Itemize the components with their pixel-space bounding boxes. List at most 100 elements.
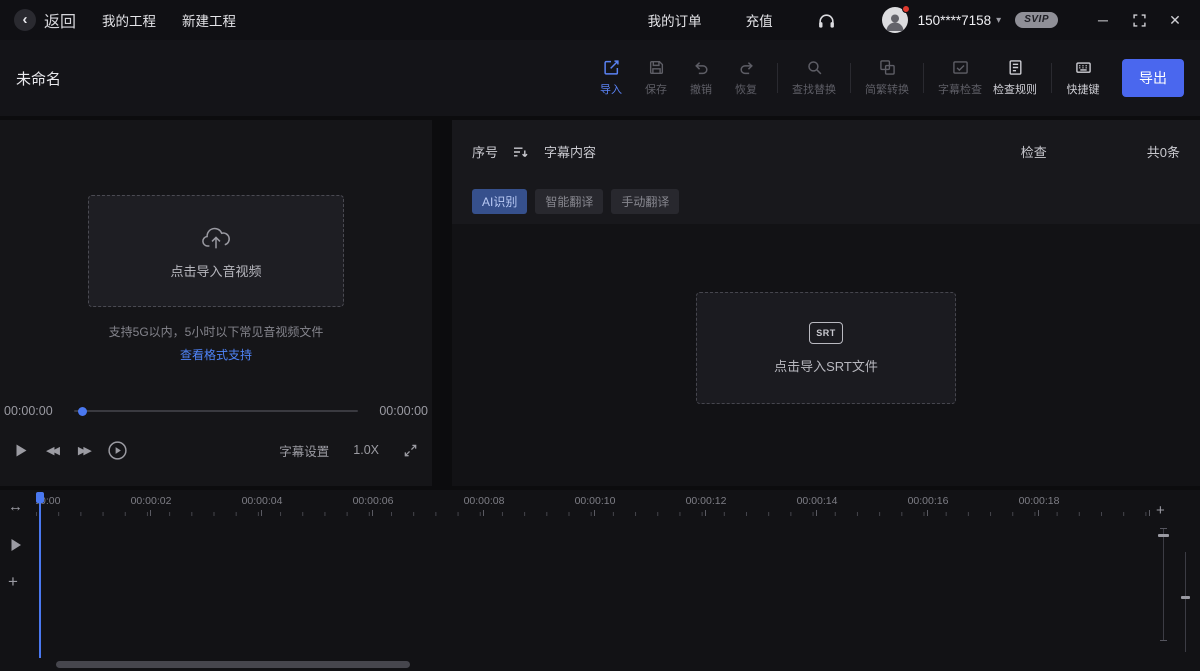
subtitle-check-button[interactable]: 字幕检查 <box>938 59 982 97</box>
timeline-section: ↔ + 00:00:0000:00:0200:00:0400:00:0600:0… <box>0 490 1200 671</box>
redo-button[interactable]: 恢复 <box>729 59 763 97</box>
nav-my-projects[interactable]: 我的工程 <box>102 10 156 30</box>
sort-list-icon[interactable] <box>512 144 528 160</box>
timeline-zoom-controls: + <box>1156 490 1172 671</box>
ruler-tick-label: 00:00:02 <box>131 495 172 507</box>
ruler-tick-label: 00:00:12 <box>686 495 727 507</box>
srt-upload-hint: 点击导入SRT文件 <box>774 356 878 375</box>
subtitle-tab-2[interactable]: 手动翻译 <box>611 189 679 214</box>
undo-button[interactable]: 撤销 <box>684 59 718 97</box>
srt-upload-dropzone[interactable]: SRT 点击导入SRT文件 <box>696 292 956 404</box>
keyboard-icon <box>1075 59 1092 76</box>
play-button[interactable] <box>14 443 28 458</box>
srt-file-icon: SRT <box>809 322 843 344</box>
column-index-label: 序号 <box>472 142 498 161</box>
window-close-button[interactable]: ✕ <box>1164 9 1186 31</box>
nav-my-orders[interactable]: 我的订单 <box>648 10 702 30</box>
find-replace-button[interactable]: 查找替换 <box>792 59 836 97</box>
track-height-slider-track[interactable] <box>1185 552 1186 652</box>
playback-rate-button[interactable]: 1.0X <box>353 443 379 457</box>
loop-play-button[interactable] <box>107 440 128 461</box>
support-note: 支持5G以内，5小时以下常见音视频文件 <box>0 323 432 340</box>
zoom-slider-bottom-cap <box>1160 640 1167 641</box>
seek-knob[interactable] <box>78 407 87 416</box>
player-controls: ◀◀ ▶▶ 字幕设置 1.0X <box>0 432 432 468</box>
upload-hint: 点击导入音视频 <box>170 261 261 280</box>
ruler-tick-label: 00:00:04 <box>242 495 283 507</box>
toolbar-divider <box>923 63 924 93</box>
ruler-tick-label: 00:00:18 <box>1019 495 1060 507</box>
import-icon <box>603 59 620 76</box>
zoom-slider-handle[interactable] <box>1158 534 1169 537</box>
zoom-slider-top-cap <box>1160 528 1167 529</box>
toolbar-divider <box>1051 63 1052 93</box>
save-icon <box>648 59 665 76</box>
subtitle-panel: 序号 字幕内容 检查 共0条 AI识别智能翻译手动翻译 SRT 点击导入SRT文… <box>452 120 1200 486</box>
subtitle-check-icon <box>952 59 969 76</box>
import-button[interactable]: 导入 <box>594 59 628 97</box>
convert-icon <box>879 59 896 76</box>
track-height-slider-handle[interactable] <box>1181 596 1190 599</box>
back-icon: ‹ <box>14 9 36 31</box>
zoom-in-button[interactable]: + <box>1156 502 1165 519</box>
ruler-tick-label: 00:00:08 <box>464 495 505 507</box>
ruler-tick-label: 00:00:16 <box>908 495 949 507</box>
window-minimize-button[interactable]: ─ <box>1092 9 1114 31</box>
format-support-link[interactable]: 查看格式支持 <box>0 346 432 363</box>
convert-button[interactable]: 简繁转换 <box>865 59 909 97</box>
back-button[interactable]: ‹ 返回 <box>14 8 76 32</box>
check-rules-button[interactable]: 检查规则 <box>993 59 1037 97</box>
fast-forward-button[interactable]: ▶▶ <box>75 444 89 457</box>
editor-toolbar: 未命名 导入 保存 撤销 恢复 查找替换 简繁转换 <box>0 40 1200 116</box>
seek-bar[interactable] <box>74 410 358 412</box>
player-panel: 点击导入音视频 支持5G以内，5小时以下常见音视频文件 查看格式支持 00:00… <box>0 120 432 486</box>
undo-icon <box>693 59 710 76</box>
account-number[interactable]: 150****7158 <box>918 13 992 28</box>
horizontal-resize-icon[interactable]: ↔ <box>8 498 23 515</box>
top-bar: ‹ 返回 我的工程 新建工程 我的订单 充值 150****7158 ▾ SVI… <box>0 0 1200 40</box>
rewind-button[interactable]: ◀◀ <box>46 444 57 457</box>
subtitle-settings-button[interactable]: 字幕设置 <box>279 441 329 460</box>
cloud-upload-icon <box>199 222 233 252</box>
nav-new-project[interactable]: 新建工程 <box>182 10 236 30</box>
track-height-slider <box>1180 490 1192 671</box>
timeline-add-button[interactable]: + <box>8 572 18 592</box>
ruler-tick-label: 00:00:14 <box>797 495 838 507</box>
media-upload-dropzone[interactable]: 点击导入音视频 <box>88 195 344 307</box>
account-caret-icon[interactable]: ▾ <box>996 15 1001 26</box>
shortcuts-button[interactable]: 快捷键 <box>1066 59 1100 97</box>
nav-recharge[interactable]: 充值 <box>746 10 773 30</box>
column-check-label: 检查 <box>1021 142 1047 161</box>
subtitle-header: 序号 字幕内容 检查 共0条 <box>452 120 1200 161</box>
timeline-ruler[interactable]: 00:00:0000:00:0200:00:0400:00:0600:00:08… <box>36 490 1150 522</box>
fullscreen-icon[interactable] <box>403 443 418 458</box>
search-icon <box>806 59 823 76</box>
save-button[interactable]: 保存 <box>639 59 673 97</box>
timeline-horizontal-scrollbar[interactable] <box>56 661 410 668</box>
timeline-play-button[interactable] <box>10 538 22 552</box>
subtitle-tabs: AI识别智能翻译手动翻译 <box>472 189 679 214</box>
check-rules-icon <box>1007 59 1024 76</box>
svip-badge[interactable]: SVIP <box>1015 12 1058 28</box>
column-content-label: 字幕内容 <box>544 142 1021 161</box>
back-label: 返回 <box>44 8 76 32</box>
window-maximize-button[interactable] <box>1128 9 1150 31</box>
export-button[interactable]: 导出 <box>1122 59 1184 97</box>
subtitle-tab-0[interactable]: AI识别 <box>472 189 527 214</box>
ruler-tick-label: 00:00:06 <box>353 495 394 507</box>
playhead-line <box>39 500 41 658</box>
ruler-tick-label: 00:00:10 <box>575 495 616 507</box>
redo-icon <box>738 59 755 76</box>
seek-row: 00:00:00 00:00:00 <box>0 402 432 420</box>
playhead-handle[interactable] <box>36 492 44 503</box>
toolbar-divider <box>850 63 851 93</box>
total-time: 00:00:00 <box>370 404 428 418</box>
ruler-major-ticks <box>39 510 1150 516</box>
headset-icon[interactable] <box>817 11 836 30</box>
zoom-slider-track[interactable] <box>1163 528 1164 640</box>
subtitle-tab-1[interactable]: 智能翻译 <box>535 189 603 214</box>
project-title: 未命名 <box>16 68 61 89</box>
user-avatar[interactable] <box>882 7 908 33</box>
current-time: 00:00:00 <box>4 404 62 418</box>
toolbar-divider <box>777 63 778 93</box>
